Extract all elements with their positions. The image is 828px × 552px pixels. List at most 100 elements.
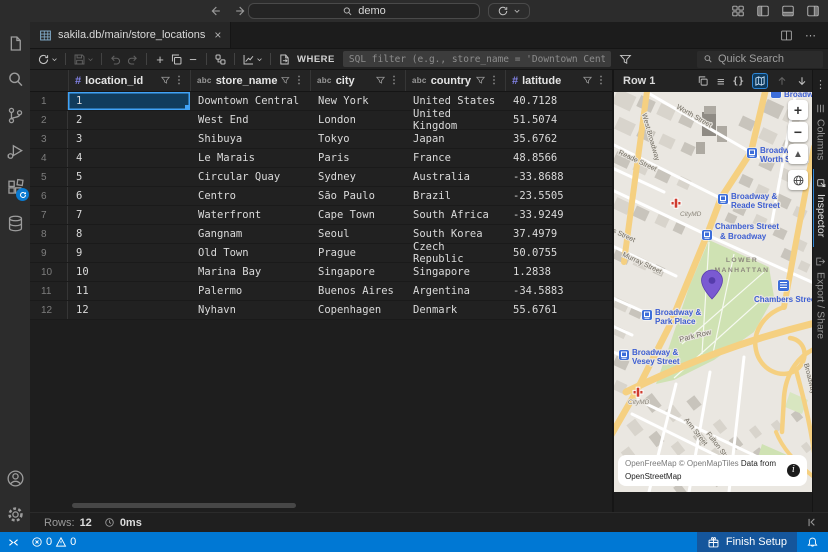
delete-row-button[interactable]: − [185,50,201,68]
filter-icon[interactable] [583,76,592,85]
split-editor-icon[interactable] [780,29,793,42]
cell[interactable]: Singapore [405,263,505,281]
cell[interactable]: 50.0755 [505,244,612,262]
column-header-location_id[interactable]: # location_id ⋮ [68,70,190,91]
cell[interactable]: Paris [310,149,405,167]
cell[interactable]: Cape Town [310,206,405,224]
cell[interactable]: 6 [68,187,190,205]
column-header-country[interactable]: abc country ⋮ [405,70,505,91]
cell[interactable]: 55.6761 [505,301,612,319]
finish-setup-button[interactable]: Finish Setup [696,532,797,552]
cell[interactable]: Tokyo [310,130,405,148]
row-number[interactable]: 2 [30,111,68,129]
attribution-info-icon[interactable]: i [787,464,800,478]
run-task-button[interactable] [488,3,530,19]
filter-funnel-icon[interactable] [617,50,634,68]
add-row-button[interactable]: + [152,50,168,68]
map-zoom-in-button[interactable]: + [788,100,808,120]
quick-search-input[interactable] [718,53,808,65]
cell[interactable]: Waterfront [190,206,310,224]
remote-indicator[interactable] [0,532,27,552]
column-menu-icon[interactable]: ⋮ [389,75,399,86]
row-number[interactable]: 8 [30,225,68,243]
cell[interactable]: Marina Bay [190,263,310,281]
cell[interactable]: Singapore [310,263,405,281]
cell[interactable]: -33.8688 [505,168,612,186]
account-icon[interactable] [0,460,30,496]
undo-icon[interactable] [107,50,124,68]
settings-gear-icon[interactable] [0,496,30,532]
next-row-icon[interactable] [796,75,808,87]
cell[interactable]: Shibuya [190,130,310,148]
duplicate-row-button[interactable] [168,50,185,68]
tab-columns[interactable]: Columns [813,94,828,169]
panel-kebab-icon[interactable]: ⋮ [815,74,826,94]
column-menu-icon[interactable]: ⋮ [596,75,606,86]
chart-button[interactable] [240,50,265,68]
cell[interactable]: 48.8566 [505,149,612,167]
row-number[interactable]: 9 [30,244,68,262]
cell[interactable]: Australia [405,168,505,186]
filter-icon[interactable] [476,76,485,85]
refresh-button[interactable] [35,50,60,68]
map-zoom-out-button[interactable]: − [788,122,808,142]
cell[interactable]: 35.6762 [505,130,612,148]
row-number[interactable]: 4 [30,149,68,167]
toggle-panel-icon[interactable] [781,4,795,18]
export-icon[interactable] [276,50,293,68]
cell[interactable]: Prague [310,244,405,262]
cell[interactable]: London [310,111,405,129]
cell[interactable]: Denmark [405,301,505,319]
cell[interactable]: Le Marais [190,149,310,167]
cell[interactable]: Downtown Central [190,92,310,110]
cell[interactable]: South Africa [405,206,505,224]
toggle-primary-sidebar-icon[interactable] [756,4,770,18]
horizontal-scrollbar[interactable] [72,503,296,508]
cell[interactable]: Czech Republic [405,241,505,265]
cell[interactable]: Gangnam [190,225,310,243]
filter-icon[interactable] [376,76,385,85]
row-number[interactable]: 7 [30,206,68,224]
map-view-icon[interactable] [752,73,768,89]
map-view[interactable]: Worth Street West Broadway Reade Street … [614,92,812,492]
toggle-secondary-sidebar-icon[interactable] [806,4,820,18]
column-header-latitude[interactable]: # latitude ⋮ [505,70,612,91]
filter-icon[interactable] [281,76,290,85]
column-menu-icon[interactable]: ⋮ [489,75,499,86]
map-canvas[interactable]: Worth Street West Broadway Reade Street … [614,92,812,492]
column-menu-icon[interactable]: ⋮ [174,75,184,86]
row-number[interactable]: 12 [30,301,68,319]
edit-structure-icon[interactable] [212,50,229,68]
copy-row-icon[interactable] [697,75,709,87]
cell[interactable]: 5 [68,168,190,186]
search-icon[interactable] [0,61,30,97]
database-icon[interactable] [0,205,30,241]
tab-close-icon[interactable]: × [214,28,221,42]
cell[interactable]: 9 [68,244,190,262]
sql-filter-input[interactable] [342,51,611,67]
row-number[interactable]: 10 [30,263,68,281]
json-view-icon[interactable]: {} [733,76,744,87]
cell[interactable]: 1 [68,92,190,110]
map-compass-button[interactable]: ▲ [788,144,808,164]
prev-row-icon[interactable] [776,75,788,87]
cell[interactable]: 40.7128 [505,92,612,110]
cell[interactable]: -33.9249 [505,206,612,224]
extensions-icon[interactable] [0,169,30,205]
cell[interactable]: 3 [68,130,190,148]
cell[interactable]: São Paulo [310,187,405,205]
cell[interactable]: -34.5883 [505,282,612,300]
nav-forward-icon[interactable] [234,4,248,18]
filter-icon[interactable] [161,76,170,85]
cell[interactable]: 1.2838 [505,263,612,281]
cell[interactable]: Centro [190,187,310,205]
cell[interactable]: France [405,149,505,167]
source-control-icon[interactable] [0,97,30,133]
cell[interactable]: 10 [68,263,190,281]
cell[interactable]: West End [190,111,310,129]
cell[interactable]: Brazil [405,187,505,205]
problems-indicator[interactable]: 0 0 [27,536,80,548]
column-header-city[interactable]: abc city ⋮ [310,70,405,91]
cell[interactable]: 37.4979 [505,225,612,243]
cell[interactable]: United Kingdom [405,108,505,132]
